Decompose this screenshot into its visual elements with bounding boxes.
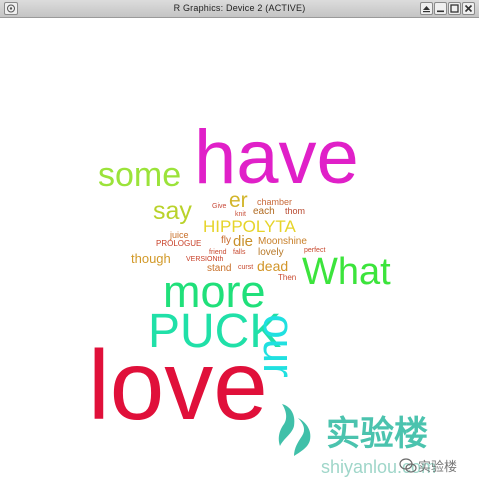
r-graphics-window: R Graphics: Device 2 (ACTIVE) have love … [0, 0, 479, 492]
word-falls: falls [233, 249, 246, 256]
shiyanlou-logo-icon [278, 404, 311, 456]
word-prologue: PROLOGUE [156, 239, 202, 248]
wechat-icon [399, 458, 417, 473]
logo-stroke-2 [294, 418, 311, 456]
word-our: our [253, 314, 303, 378]
maximize-icon[interactable] [448, 2, 461, 15]
word-versionth: VERSIONth [186, 256, 224, 263]
word-each: each [253, 206, 275, 217]
window-title: R Graphics: Device 2 (ACTIVE) [173, 3, 306, 13]
word-some: some [98, 156, 182, 194]
word-then: Then [278, 273, 297, 282]
word-say: say [153, 197, 192, 225]
watermark-account: 实验楼 [418, 459, 458, 474]
word-er: er [229, 189, 248, 212]
minimize-icon[interactable] [434, 2, 447, 15]
word-friend: friend [209, 249, 227, 256]
word-thom: thom [285, 206, 306, 216]
word-lovely: lovely [258, 247, 284, 258]
word-die: die [233, 233, 254, 250]
title-bar[interactable]: R Graphics: Device 2 (ACTIVE) [0, 0, 479, 18]
word-give: Give [212, 203, 227, 210]
word-fly: fly [221, 235, 231, 246]
word-have: have [194, 115, 359, 200]
word-what: What [302, 251, 391, 293]
watermark-brand: 实验楼 [326, 415, 428, 453]
close-icon[interactable] [462, 2, 475, 15]
shade-icon[interactable] [420, 2, 433, 15]
logo-stroke-1 [278, 404, 295, 446]
word-moonshine: Moonshine [258, 236, 307, 247]
word-though: though [131, 251, 171, 266]
plot-canvas: have love some say er chamber Give knit … [0, 18, 479, 492]
